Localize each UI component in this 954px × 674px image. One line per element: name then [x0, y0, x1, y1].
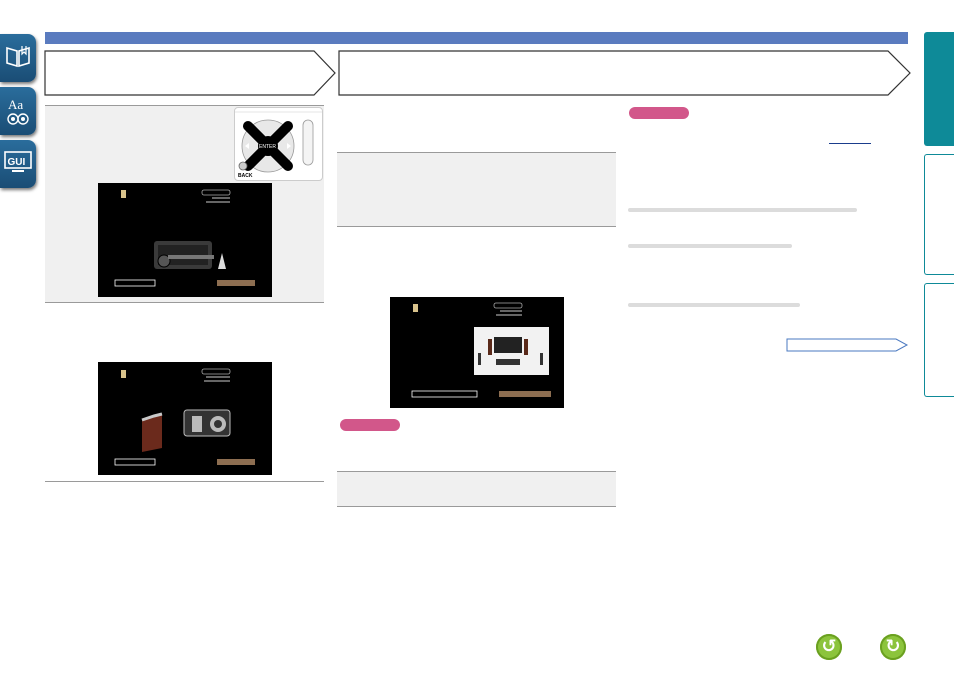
back-page-button[interactable]: ↺: [816, 634, 842, 660]
step-panel-3: [337, 472, 616, 506]
step-panel-2: [337, 153, 616, 226]
right-tab-active[interactable]: [924, 32, 954, 146]
right-tab-2[interactable]: [924, 154, 954, 275]
back-key-label: BACK: [238, 173, 253, 179]
placeholder-bar: [628, 303, 800, 307]
contents-button[interactable]: [0, 34, 36, 82]
back-arrow-icon: ↺: [821, 636, 837, 657]
divider: [45, 302, 324, 303]
section-header-right: [338, 50, 911, 96]
divider: [337, 506, 616, 507]
forward-arrow-icon: ↻: [885, 636, 901, 657]
divider: [337, 226, 616, 227]
index-button[interactable]: Aa: [0, 87, 36, 135]
enter-key-label: ENTER: [259, 144, 276, 150]
index-icon: Aa: [7, 97, 29, 125]
header-bar: [45, 32, 908, 44]
gui-icon: GUI: [4, 151, 32, 172]
svg-text:Aa: Aa: [8, 97, 23, 112]
subwoofer-illustration: [114, 368, 255, 466]
gui-button[interactable]: GUI: [0, 140, 36, 188]
screen-image-speakers: [390, 297, 564, 408]
svg-text:GUI: GUI: [8, 157, 26, 168]
note-badge: [629, 107, 689, 119]
screen-image-subwoofer: [98, 362, 272, 475]
receiver-illustration: [114, 189, 255, 287]
note-badge: [340, 419, 400, 431]
screen-image-receiver: [98, 183, 272, 297]
section-header-left: [44, 50, 336, 96]
right-tab-3[interactable]: [924, 283, 954, 397]
placeholder-bar: [628, 208, 857, 212]
placeholder-bar: [628, 244, 792, 248]
remote-dpad-icon: ENTER BACK: [235, 111, 322, 179]
remote-control-illustration: ENTER BACK: [234, 107, 323, 181]
continue-arrow[interactable]: [786, 337, 910, 353]
divider: [45, 481, 324, 482]
book-icon: [6, 46, 30, 68]
forward-page-button[interactable]: ↻: [880, 634, 906, 660]
speaker-layout-illustration: [411, 302, 551, 398]
page-link-underline[interactable]: [829, 143, 871, 144]
